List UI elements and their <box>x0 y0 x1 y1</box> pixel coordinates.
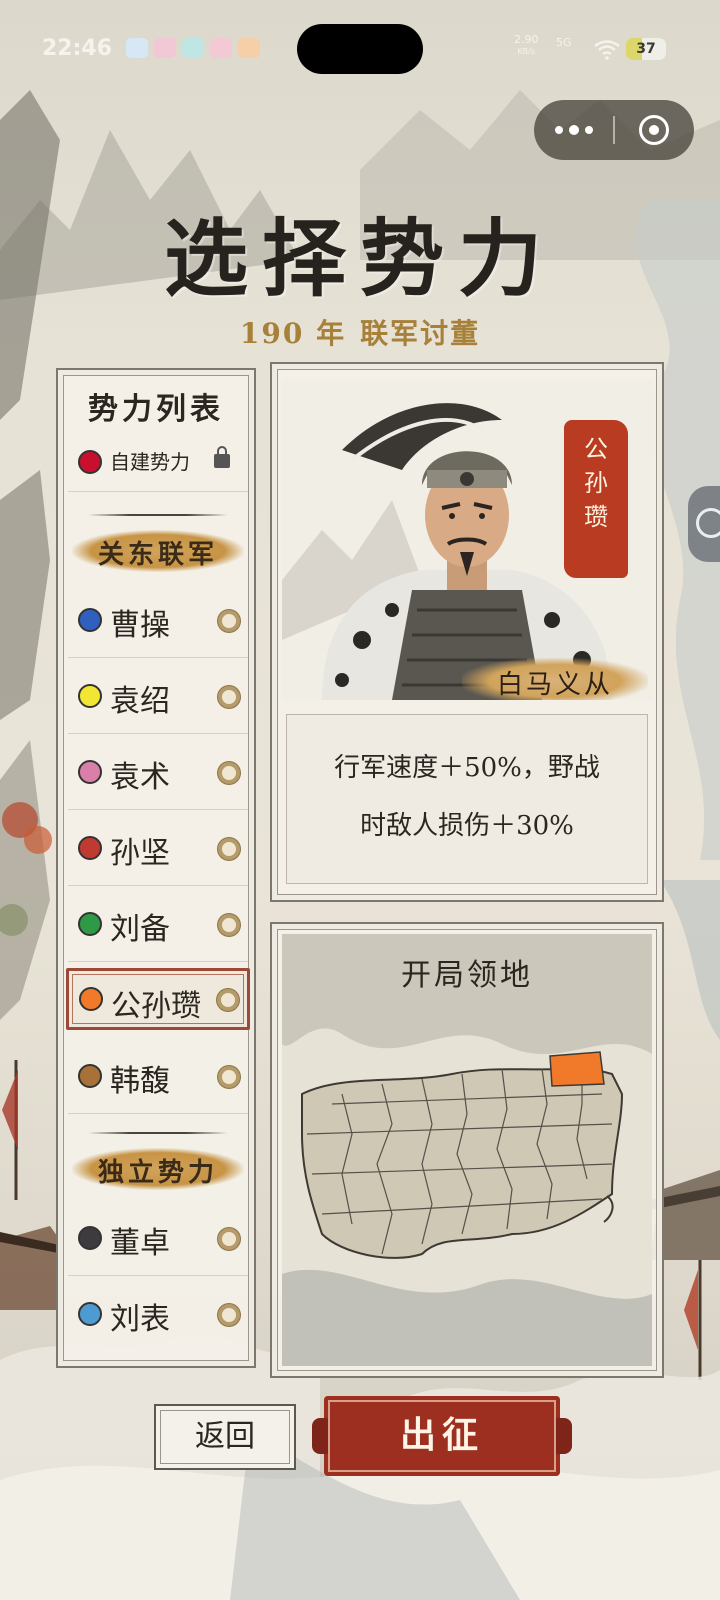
faction-color-dot <box>78 1226 102 1250</box>
leader-name: 公孙瓒 <box>584 435 608 531</box>
coin-icon <box>218 762 240 784</box>
battery-indicator: 37 <box>626 38 666 60</box>
faction-color-dot <box>78 684 102 708</box>
coin-icon <box>218 1066 240 1088</box>
leader-detail-panel: 公孙瓒 白马义从 行军速度＋50%，野战 时敌人损伤＋30% <box>270 362 664 902</box>
faction-item-yuan-shu[interactable]: 袁术 <box>68 734 248 810</box>
faction-color-dot <box>78 450 102 474</box>
faction-name: 袁绍 <box>110 684 170 719</box>
side-floating-button[interactable] <box>688 486 720 562</box>
faction-item-sun-jian[interactable]: 孙坚 <box>68 810 248 886</box>
faction-list-heading: 势力列表 <box>88 392 224 427</box>
faction-name: 董卓 <box>110 1226 170 1261</box>
leader-portrait: 公孙瓒 白马义从 <box>282 380 652 700</box>
faction-list-panel: 势力列表 自建势力 关东联军 曹操 袁绍 袁术 孙坚 刘备 公孙瓒 韩馥 独立势… <box>56 368 256 1368</box>
app-taptap-icon <box>182 38 204 58</box>
faction-color-dot <box>78 1064 102 1088</box>
target-icon <box>639 115 669 145</box>
leader-name-seal: 公孙瓒 <box>564 420 628 578</box>
coin-icon <box>218 1228 240 1250</box>
scenario-name: 联军讨董 <box>360 317 481 350</box>
camera-notch <box>297 24 423 74</box>
faction-name: 刘表 <box>110 1302 170 1337</box>
status-bar: 22:46 2.90 KB/s 5G 37 <box>0 0 720 80</box>
faction-name: 曹操 <box>110 608 170 643</box>
coin-icon <box>218 914 240 936</box>
faction-item-gongsun-zan[interactable]: 公孙瓒 <box>66 968 250 1030</box>
coin-icon <box>217 989 239 1011</box>
territory-map: 开局领地 <box>282 934 652 1366</box>
unit-name-banner: 白马义从 <box>462 658 648 700</box>
faction-name: 公孙瓒 <box>111 989 201 1024</box>
faction-item-custom[interactable]: 自建势力 <box>68 432 248 492</box>
coin-icon <box>218 1304 240 1326</box>
faction-item-yuan-shao[interactable]: 袁绍 <box>68 658 248 734</box>
faction-item-liu-biao[interactable]: 刘表 <box>68 1276 248 1352</box>
faction-trait-description: 行军速度＋50%，野战 时敌人损伤＋30% <box>286 714 648 884</box>
faction-color-dot <box>78 912 102 936</box>
close-miniprogram-button[interactable] <box>614 100 694 160</box>
signal-indicator: 5G <box>556 36 572 49</box>
miniprogram-capsule <box>534 100 694 160</box>
scenario-year: 190 年 <box>239 317 347 350</box>
faction-name: 韩馥 <box>110 1064 170 1099</box>
scenario-subtitle: 190 年联军讨董 <box>0 312 720 352</box>
faction-name: 自建势力 <box>110 450 190 474</box>
coin-icon <box>218 686 240 708</box>
coin-icon <box>218 610 240 632</box>
faction-item-dong-zhuo[interactable]: 董卓 <box>68 1200 248 1276</box>
starting-territory-panel: 开局领地 <box>270 922 664 1378</box>
faction-item-cao-cao[interactable]: 曹操 <box>68 582 248 658</box>
app-orange-icon <box>238 38 260 58</box>
faction-item-liu-bei[interactable]: 刘备 <box>68 886 248 962</box>
back-button[interactable]: 返回 <box>154 1404 296 1470</box>
faction-color-dot <box>79 987 103 1011</box>
faction-color-dot <box>78 760 102 784</box>
faction-color-dot <box>78 1302 102 1326</box>
status-time: 22:46 <box>42 36 113 61</box>
network-speed: 2.90 KB/s <box>514 33 539 57</box>
wifi-icon <box>594 40 620 60</box>
faction-color-dot <box>78 608 102 632</box>
faction-color-dot <box>78 836 102 860</box>
lock-icon <box>214 446 230 468</box>
faction-name: 孙坚 <box>110 836 170 871</box>
faction-name: 袁术 <box>110 760 170 795</box>
page-title: 选择势力 <box>163 209 556 308</box>
notification-icons <box>126 38 260 58</box>
more-options-button[interactable] <box>534 100 614 160</box>
app-k-icon <box>126 38 148 58</box>
group-label-coalition: 关东联军 <box>72 530 244 572</box>
divider <box>88 514 228 516</box>
app-pink-icon <box>154 38 176 58</box>
compass-icon <box>696 508 720 538</box>
faction-item-han-fu[interactable]: 韩馥 <box>68 1038 248 1114</box>
app-pink2-icon <box>210 38 232 58</box>
faction-name: 刘备 <box>110 912 170 947</box>
territory-title: 开局领地 <box>401 958 533 993</box>
divider <box>88 1132 228 1134</box>
coin-icon <box>218 838 240 860</box>
group-label-independent: 独立势力 <box>72 1148 244 1190</box>
march-button[interactable]: 出征 <box>312 1396 572 1476</box>
